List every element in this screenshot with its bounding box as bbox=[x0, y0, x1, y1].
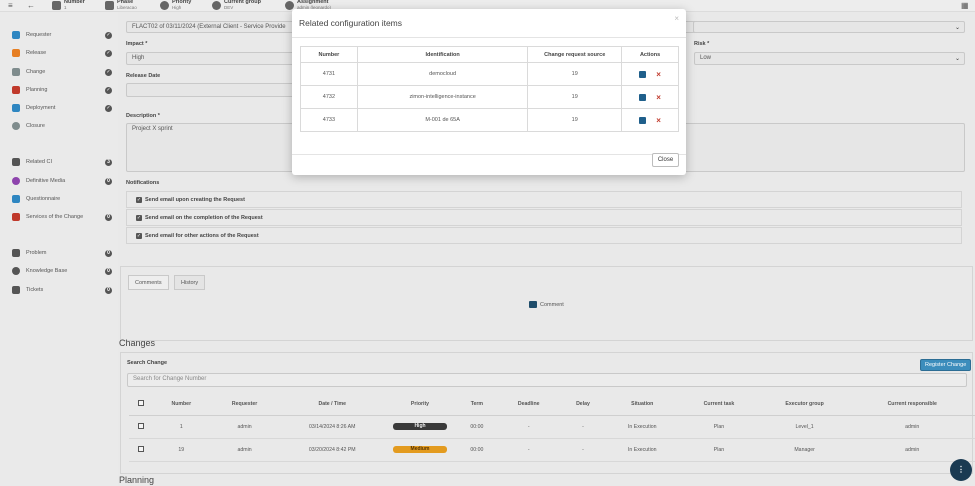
delete-icon[interactable]: × bbox=[656, 93, 661, 102]
modal-header-divider bbox=[292, 37, 686, 38]
close-button[interactable]: Close bbox=[652, 153, 679, 167]
table-row: 4731 democloud 19 × bbox=[300, 62, 679, 86]
related-ci-modal: Related configuration items × Number Ide… bbox=[292, 9, 686, 175]
modal-footer-divider bbox=[292, 154, 686, 155]
table-header-row: Number Identification Change request sou… bbox=[300, 46, 679, 63]
modal-title: Related configuration items bbox=[299, 18, 403, 28]
table-row: 4732 zimon-intelligence-instance 19 × bbox=[300, 85, 679, 109]
copy-icon[interactable] bbox=[639, 116, 647, 124]
close-icon[interactable]: × bbox=[674, 14, 679, 23]
delete-icon[interactable]: × bbox=[656, 116, 661, 125]
copy-icon[interactable] bbox=[639, 93, 647, 101]
table-row: 4733 M-001 de 65A 19 × bbox=[300, 108, 679, 132]
copy-icon[interactable] bbox=[639, 70, 647, 78]
related-ci-table: Number Identification Change request sou… bbox=[300, 46, 679, 132]
delete-icon[interactable]: × bbox=[656, 70, 661, 79]
